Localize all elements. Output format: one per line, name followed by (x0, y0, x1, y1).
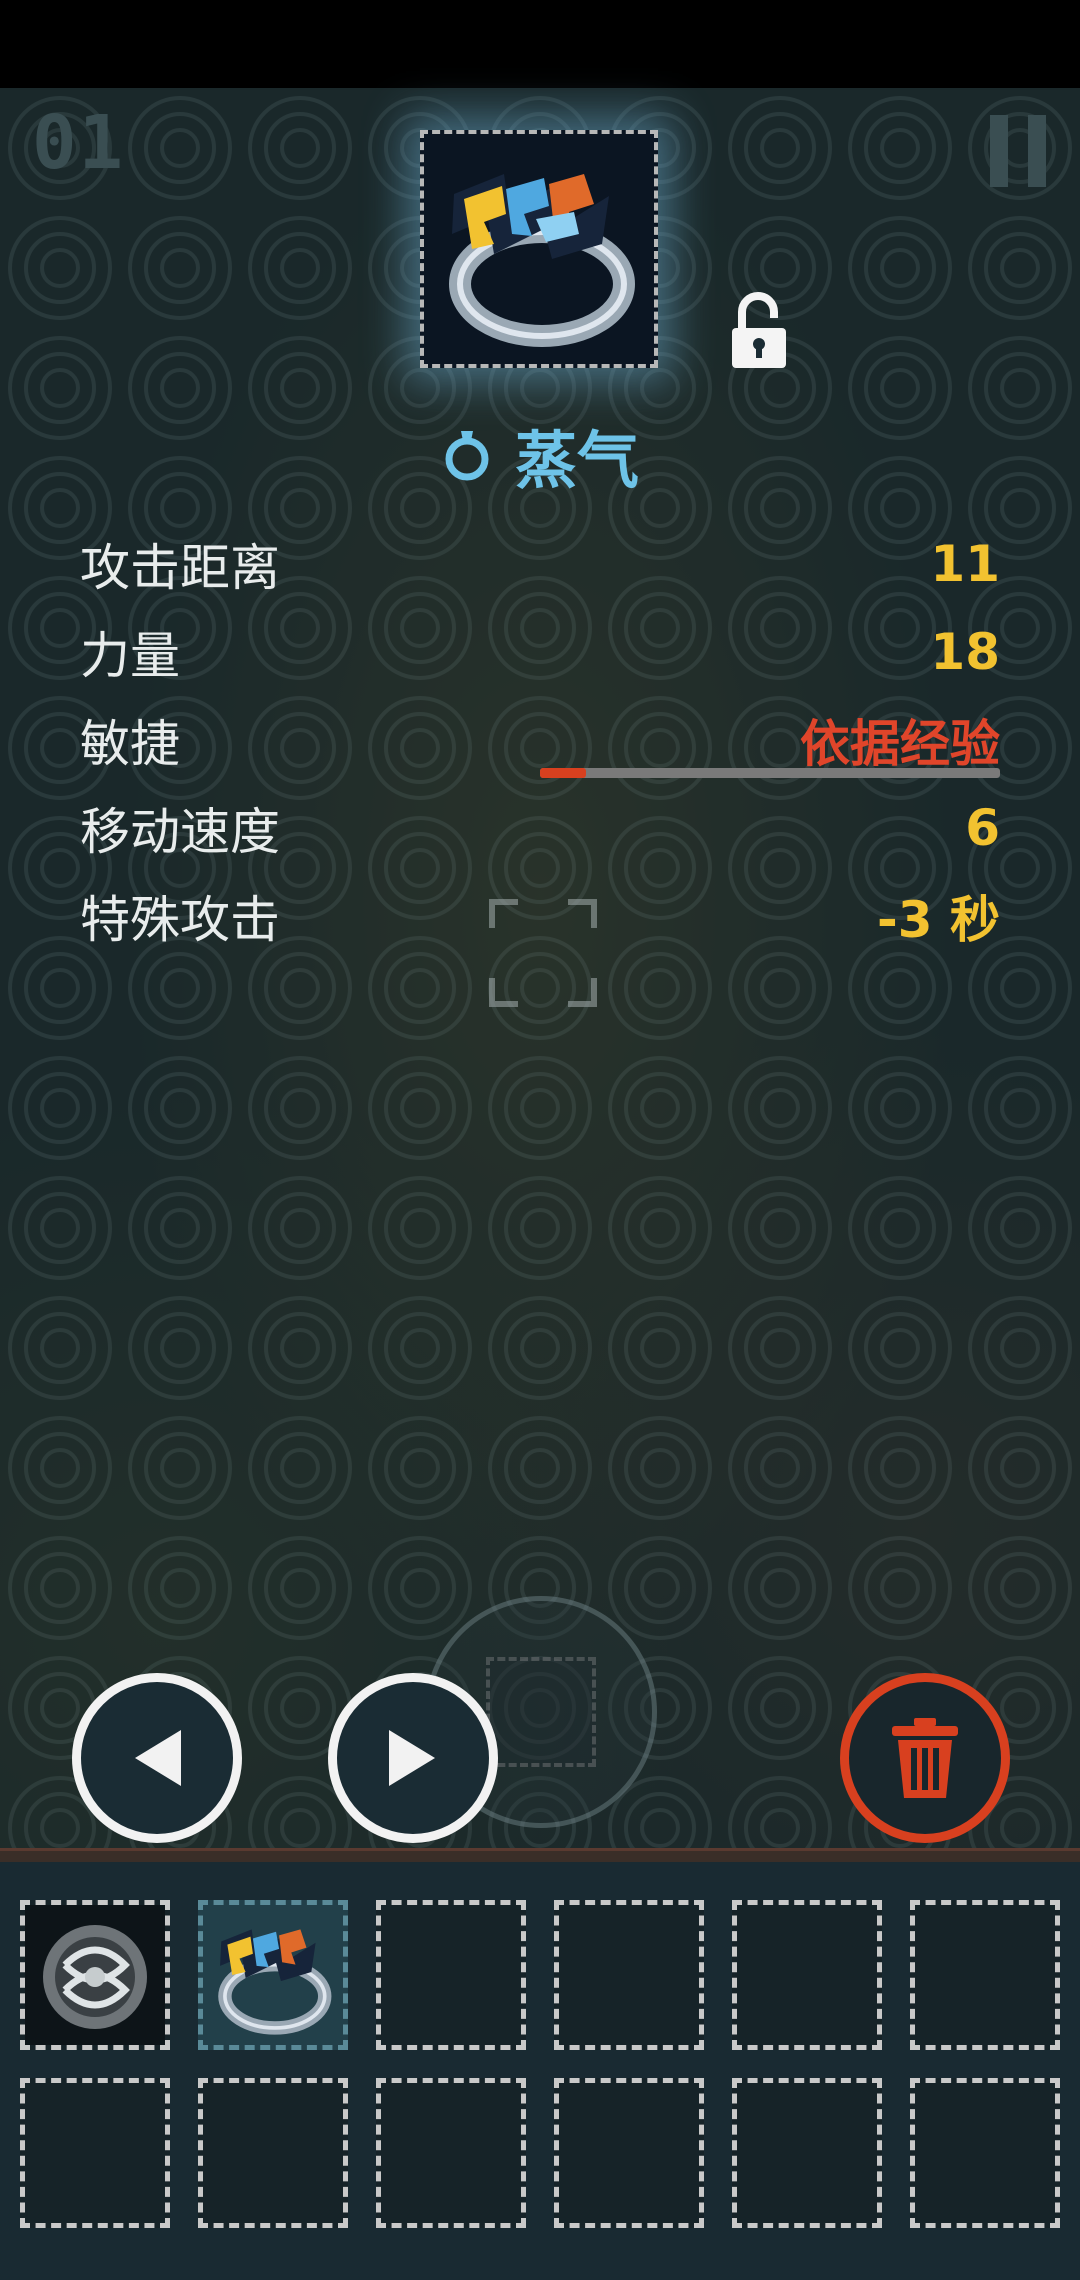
ring-icon (445, 431, 489, 481)
previous-button[interactable] (72, 1673, 242, 1843)
stats-list: 攻击距离 11 力量 18 敏捷 依据经验 移动速度 6 特殊攻击 -3 秒 (80, 520, 1000, 960)
experience-bar-fill (540, 768, 586, 778)
inventory-slot[interactable] (554, 2078, 704, 2228)
stat-value: 依据经验 (800, 715, 1000, 773)
stat-row: 移动速度 6 (80, 784, 1000, 872)
stat-row: 力量 18 (80, 608, 1000, 696)
trash-can-icon (892, 1718, 958, 1798)
left-triangle-icon (135, 1730, 181, 1786)
joystick-knob[interactable] (486, 1657, 596, 1767)
experience-bar (540, 768, 1000, 778)
status-bar (0, 0, 1080, 88)
item-name: 蒸气 (514, 424, 639, 497)
stat-label: 移动速度 (80, 803, 280, 861)
inventory-slot[interactable] (910, 2078, 1060, 2228)
scene-divider (0, 1848, 1080, 1863)
inventory-slot[interactable] (198, 1900, 348, 2050)
inventory-slot[interactable] (910, 1900, 1060, 2050)
inventory-slot[interactable] (376, 1900, 526, 2050)
lightning-ring-icon (218, 1929, 332, 2035)
inventory-slot[interactable] (376, 2078, 526, 2228)
stat-value: -3 秒 (877, 891, 1000, 949)
inventory-slot[interactable] (20, 1900, 170, 2050)
stat-label: 力量 (80, 627, 180, 685)
lightning-ring-icon (449, 174, 635, 347)
target-reticle-icon (489, 899, 597, 1007)
right-triangle-icon (389, 1730, 435, 1786)
next-button[interactable] (328, 1673, 498, 1843)
knot-ring-icon (25, 1905, 165, 2045)
inventory-slot[interactable] (732, 1900, 882, 2050)
inventory-slot[interactable] (198, 2078, 348, 2228)
stat-label: 特殊攻击 (80, 891, 280, 949)
pause-icon (990, 115, 1008, 187)
delete-button[interactable] (840, 1673, 1010, 1843)
stat-value: 6 (965, 799, 1000, 857)
unlocked-padlock-icon[interactable] (728, 292, 790, 370)
level-number: 01 (32, 100, 126, 186)
pause-button[interactable] (990, 115, 1046, 187)
inventory-slot[interactable] (554, 1900, 704, 2050)
stat-row: 攻击距离 11 (80, 520, 1000, 608)
stat-value: 18 (930, 623, 1000, 681)
inventory-panel (0, 1862, 1080, 2280)
stat-label: 攻击距离 (80, 539, 280, 597)
stat-value: 11 (930, 535, 1000, 593)
inventory-slot[interactable] (20, 2078, 170, 2228)
item-preview (420, 130, 658, 368)
inventory-slot[interactable] (732, 2078, 882, 2228)
item-title: 蒸气 (0, 410, 1080, 500)
stat-label: 敏捷 (80, 715, 180, 773)
